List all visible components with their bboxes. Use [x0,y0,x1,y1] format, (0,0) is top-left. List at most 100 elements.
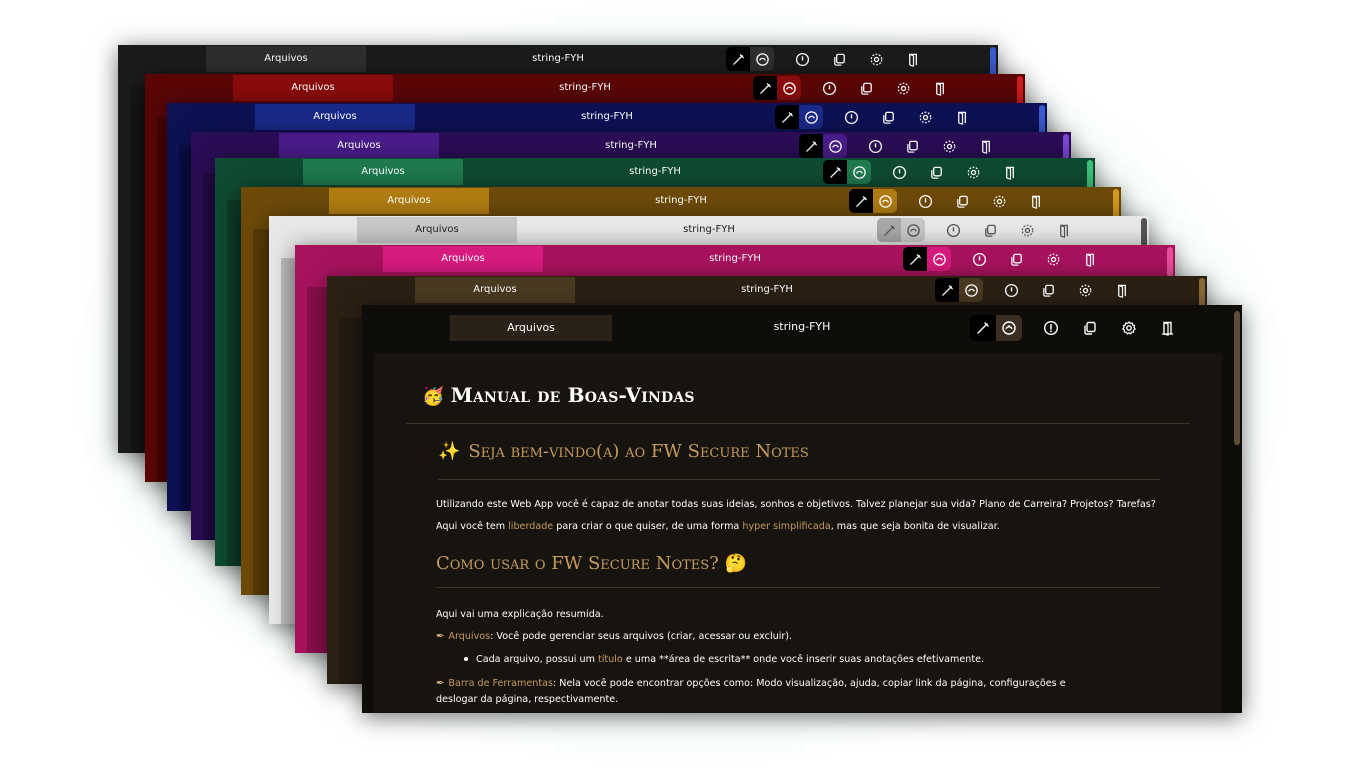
copy-link-button[interactable] [1036,278,1060,302]
logout-button[interactable] [901,47,925,71]
view-mode-button[interactable] [777,76,801,100]
edit-mode-button[interactable] [849,189,873,213]
logout-icon [1117,284,1126,298]
copy-link-icon [1084,321,1096,335]
settings-button[interactable] [864,47,888,71]
files-tab[interactable]: Arquivos [383,246,543,272]
highlight-titulo: título [597,654,623,665]
edit-mode-button[interactable] [799,134,823,158]
edit-mode-icon [759,82,771,94]
logout-button[interactable] [1078,247,1102,271]
settings-icon [993,195,1005,207]
logout-button[interactable] [1024,189,1048,213]
view-mode-icon [932,252,946,266]
copy-link-button[interactable] [978,218,1002,242]
scrollbar[interactable] [1039,105,1045,135]
scrollbar[interactable] [990,47,996,77]
list-item-files-text: : Você pode gerenciar seus arquivos (cri… [490,631,793,642]
settings-icon [870,53,882,65]
scrollbar[interactable] [1113,189,1119,219]
view-mode-button[interactable] [959,278,983,302]
edit-mode-button[interactable] [823,160,847,184]
intro-text-part: , mas que seja bonita de visualizar. [830,521,1000,532]
edit-mode-button[interactable] [903,247,927,271]
copy-link-button[interactable] [1077,315,1103,341]
settings-button[interactable] [1041,247,1065,271]
files-tab[interactable]: Arquivos [303,159,463,185]
copy-link-button[interactable] [900,134,924,158]
view-mode-button[interactable] [847,160,871,184]
scrollbar[interactable] [1167,247,1173,277]
edit-mode-button[interactable] [877,218,901,242]
logout-button[interactable] [974,134,998,158]
files-tab[interactable]: Arquivos [415,277,575,303]
scrollbar[interactable] [1017,76,1023,106]
feather-icon: ✒ [436,678,445,689]
help-button[interactable] [839,105,863,129]
help-button[interactable] [999,278,1023,302]
logout-button[interactable] [1052,218,1076,242]
help-icon [844,110,858,124]
view-mode-button[interactable] [799,105,823,129]
copy-link-button[interactable] [827,47,851,71]
settings-button[interactable] [961,160,985,184]
files-tab[interactable]: Arquivos [206,46,366,72]
settings-icon [1079,284,1091,296]
help-button[interactable] [967,247,991,271]
help-button[interactable] [790,47,814,71]
note-content[interactable]: 🥳 Manual de Boas-Vindas ✨ Seja bem-vindo(a… [374,353,1222,713]
help-button[interactable] [1038,315,1064,341]
help-icon [892,165,906,179]
scrollbar[interactable] [1199,278,1205,308]
view-mode-button[interactable] [823,134,847,158]
logout-button[interactable] [928,76,952,100]
toolbar [775,105,987,129]
files-tab[interactable]: Arquivos [233,75,393,101]
help-button[interactable] [913,189,937,213]
view-mode-button[interactable] [996,315,1022,341]
view-mode-button[interactable] [873,189,897,213]
copy-link-button[interactable] [1004,247,1028,271]
files-tab[interactable]: Arquivos [450,315,612,341]
settings-button[interactable] [987,189,1011,213]
logout-button[interactable] [950,105,974,129]
view-mode-button[interactable] [927,247,951,271]
copy-link-button[interactable] [876,105,900,129]
settings-icon [897,82,909,94]
scrollbar[interactable] [1141,218,1147,248]
help-button[interactable] [941,218,965,242]
view-mode-button[interactable] [901,218,925,242]
settings-button[interactable] [937,134,961,158]
copy-link-button[interactable] [924,160,948,184]
toolbar [753,76,965,100]
edit-mode-icon [855,195,867,207]
help-button[interactable] [863,134,887,158]
edit-mode-button[interactable] [935,278,959,302]
view-mode-button[interactable] [750,47,774,71]
sub-list-item: Cada arquivo, possui um título e uma **á… [436,654,1196,665]
files-tab[interactable]: Arquivos [357,217,517,243]
edit-mode-button[interactable] [726,47,750,71]
settings-button[interactable] [913,105,937,129]
copy-link-button[interactable] [854,76,878,100]
scrollbar[interactable] [1087,160,1093,190]
logout-button[interactable] [1110,278,1134,302]
settings-button[interactable] [1116,315,1142,341]
view-mode-icon [828,139,842,153]
edit-mode-button[interactable] [775,105,799,129]
scrollbar[interactable] [1234,311,1240,445]
help-button[interactable] [887,160,911,184]
settings-button[interactable] [891,76,915,100]
intro-paragraph-2: Aqui você tem liberdade para criar o que… [436,521,1196,532]
files-tab[interactable]: Arquivos [255,104,415,130]
settings-button[interactable] [1015,218,1039,242]
settings-button[interactable] [1073,278,1097,302]
help-button[interactable] [817,76,841,100]
logout-button[interactable] [998,160,1022,184]
logout-button[interactable] [1155,315,1181,341]
edit-mode-button[interactable] [753,76,777,100]
edit-mode-button[interactable] [970,315,996,341]
files-tab[interactable]: Arquivos [329,188,489,214]
copy-link-button[interactable] [950,189,974,213]
files-tab[interactable]: Arquivos [279,133,439,159]
